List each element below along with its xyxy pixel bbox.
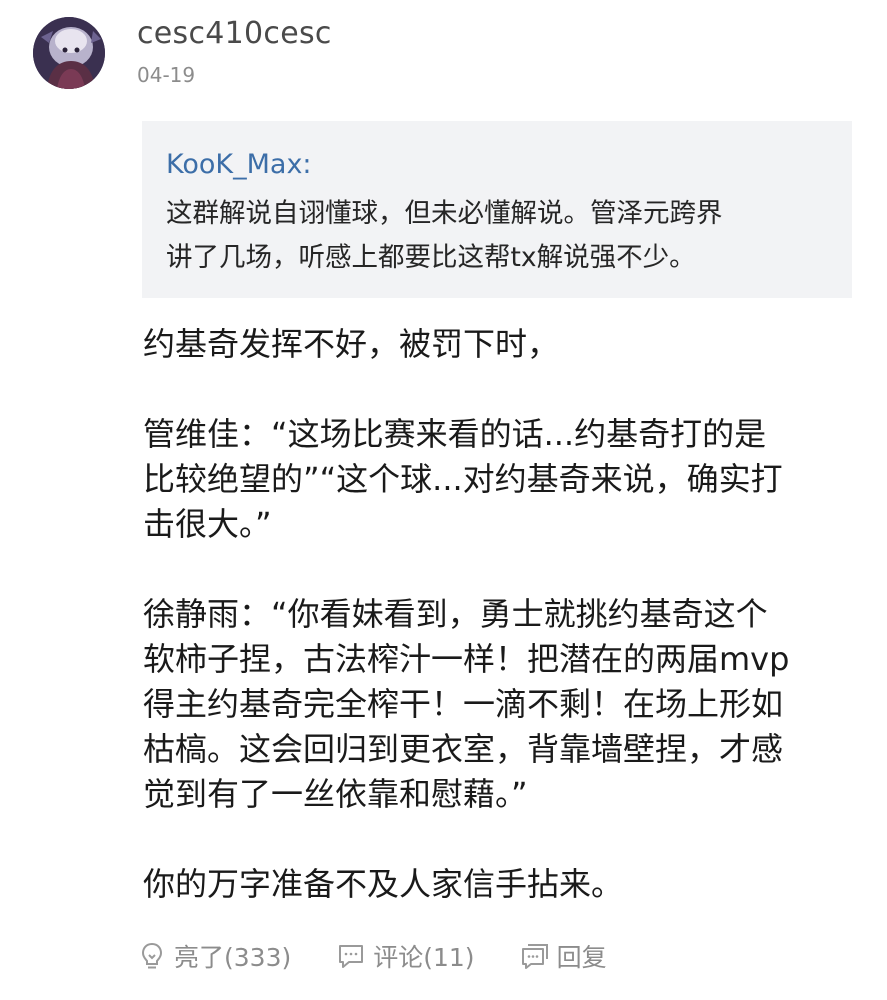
comment-body: 约基奇发挥不好，被罚下时， 管维佳：“这场比赛来看的话...约基奇打的是 比较绝… xyxy=(143,322,863,907)
quote-line: 讲了几场，听感上都要比这帮tx解说强不少。 xyxy=(166,242,696,273)
reply-button[interactable]: 回复 xyxy=(519,938,607,974)
comment-bubble-icon xyxy=(335,940,367,972)
body-line: 软柿子捏，古法榨汁一样！把潜在的两届mvp xyxy=(143,640,790,678)
avatar[interactable] xyxy=(33,17,105,89)
comment-button[interactable]: 评论(11) xyxy=(335,938,475,974)
body-line: 觉到有了一丝依靠和慰藉。” xyxy=(143,775,528,813)
username[interactable]: cesc410cesc xyxy=(137,14,332,54)
comment-actions: 亮了(333) 评论(11) 回复 xyxy=(136,936,607,976)
reply-bubble-icon xyxy=(519,940,551,972)
body-line: 管维佳：“这场比赛来看的话...约基奇打的是 xyxy=(143,415,767,453)
lightbulb-icon xyxy=(136,940,168,972)
body-line: 徐静雨：“你看妹看到，勇士就挑约基奇这个 xyxy=(143,595,768,633)
reply-label: 回复 xyxy=(556,943,607,972)
quote-text: 这群解说自诩懂球，但未必懂解说。管泽元跨界 讲了几场，听感上都要比这帮tx解说强… xyxy=(166,192,836,280)
body-line: 得主约基奇完全榨干！一滴不剩！在场上形如 xyxy=(143,685,784,723)
comment-count-label: 评论(11) xyxy=(373,943,475,972)
comment-card: cesc410cesc 04-19 KooK_Max: 这群解说自诩懂球，但未必… xyxy=(0,0,887,1000)
quoted-comment: KooK_Max: 这群解说自诩懂球，但未必懂解说。管泽元跨界 讲了几场，听感上… xyxy=(142,121,852,298)
body-line: 击很大。” xyxy=(143,505,272,543)
like-button[interactable]: 亮了(333) xyxy=(136,938,291,974)
like-count-label: 亮了(333) xyxy=(174,943,292,972)
quote-line: 这群解说自诩懂球，但未必懂解说。管泽元跨界 xyxy=(166,198,723,229)
comment-date: 04-19 xyxy=(137,63,196,87)
quote-author[interactable]: KooK_Max: xyxy=(166,147,312,183)
body-line: 比较绝望的”“这个球...对约基奇来说，确实打 xyxy=(143,460,783,498)
body-line: 约基奇发挥不好，被罚下时， xyxy=(143,325,560,363)
body-line: 枯槁。这会回归到更衣室，背靠墙壁捏，才感 xyxy=(143,730,784,768)
body-line: 你的万字准备不及人家信手拈来。 xyxy=(143,865,624,903)
